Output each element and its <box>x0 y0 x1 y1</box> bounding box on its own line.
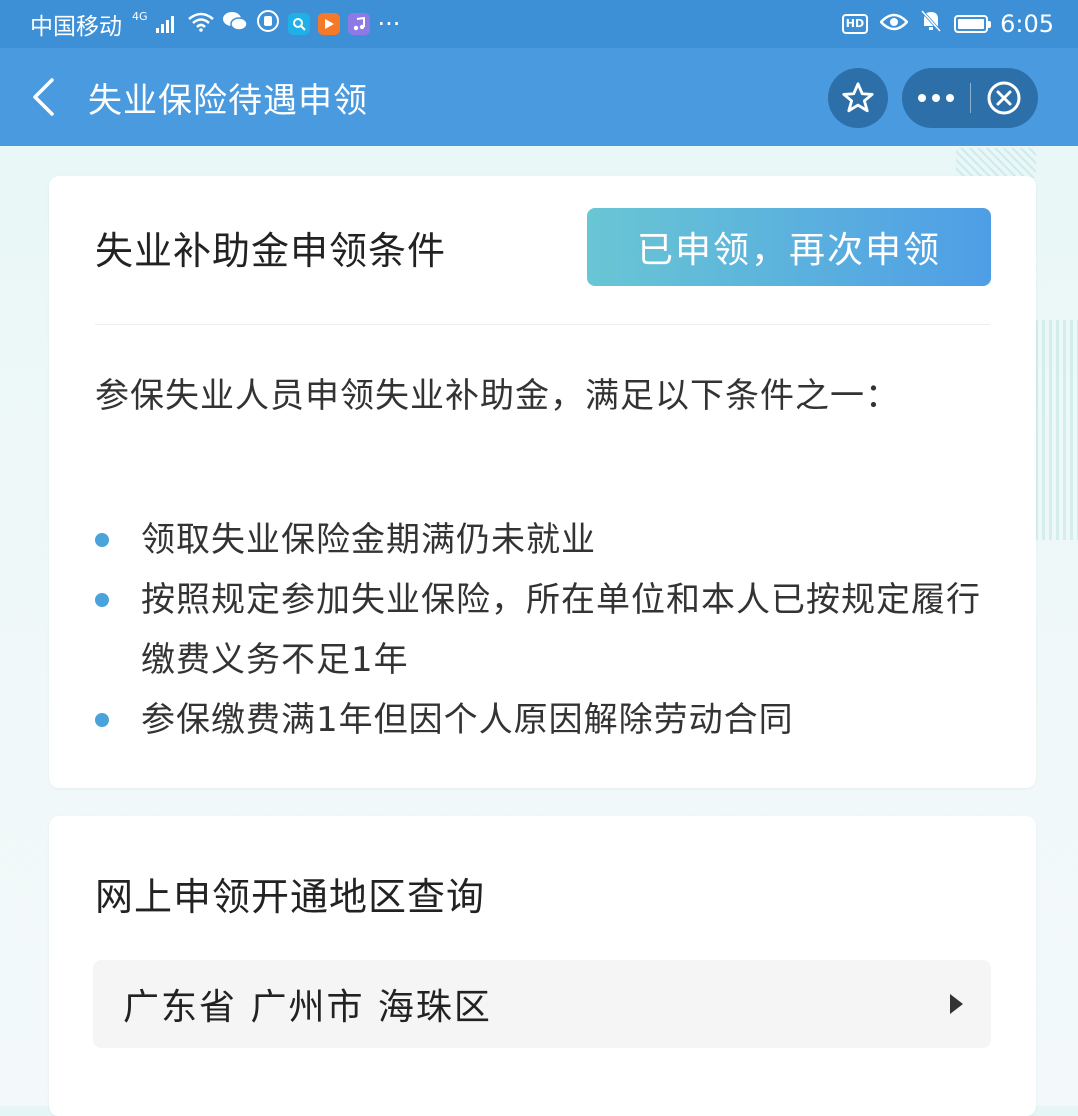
condition-text: 按照规定参加失业保险，所在单位和本人已按规定履行缴费义务不足1年 <box>141 580 981 680</box>
overflow-indicator: ··· <box>377 10 401 38</box>
more-dot-icon <box>918 94 926 102</box>
conditions-card: 失业补助金申领条件 已申领，再次申领 参保失业人员申领失业补助金，满足以下条件之… <box>49 176 1036 788</box>
condition-text: 参保缴费满1年但因个人原因解除劳动合同 <box>141 700 794 740</box>
conditions-list: 领取失业保险金期满仍未就业 按照规定参加失业保险，所在单位和本人已按规定履行缴费… <box>95 510 995 750</box>
video-app-icon <box>317 13 340 35</box>
decorative-pattern <box>956 148 1036 178</box>
region-selector[interactable]: 广东省 广州市 海珠区 <box>93 960 991 1048</box>
back-button[interactable] <box>8 48 78 146</box>
region-title: 网上申领开通地区查询 <box>95 875 486 919</box>
music-app-icon <box>347 13 370 35</box>
wechat-icon <box>222 10 248 38</box>
signal-icon <box>155 15 174 33</box>
bullet-icon <box>95 593 109 607</box>
divider <box>95 324 990 325</box>
search-app-icon <box>287 13 310 35</box>
condition-text: 领取失业保险金期满仍未就业 <box>141 520 596 560</box>
list-item: 按照规定参加失业保险，所在单位和本人已按规定履行缴费义务不足1年 <box>95 570 995 690</box>
favorite-button[interactable] <box>828 68 888 128</box>
star-icon <box>842 82 874 113</box>
region-card: 网上申领开通地区查询 广东省 广州市 海珠区 <box>49 816 1036 1116</box>
more-button[interactable] <box>902 68 970 128</box>
more-dot-icon <box>932 94 940 102</box>
status-left: 中国移动 4G ··· <box>0 7 400 41</box>
hand-icon <box>256 9 280 39</box>
conditions-title: 失业补助金申领条件 <box>95 229 447 273</box>
carrier-name: 中国移动 <box>30 14 122 40</box>
close-button[interactable] <box>971 68 1037 128</box>
clock: 6:05 <box>1000 10 1054 38</box>
triangle-right-icon <box>950 994 963 1014</box>
chevron-left-icon <box>33 78 54 116</box>
bullet-icon <box>95 533 109 547</box>
mini-program-capsule <box>902 68 1038 128</box>
page-title: 失业保险待遇申领 <box>88 80 368 121</box>
list-item: 领取失业保险金期满仍未就业 <box>95 510 995 570</box>
close-circle-icon <box>987 81 1021 115</box>
status-right: HD 6:05 <box>841 9 1078 39</box>
conditions-intro: 参保失业人员申领失业补助金，满足以下条件之一： <box>95 376 900 416</box>
bell-muted-icon <box>920 9 942 39</box>
wifi-icon <box>187 10 214 38</box>
eye-icon <box>879 10 909 38</box>
nav-bar: 失业保险待遇申领 <box>0 48 1078 146</box>
selected-region: 广东省 广州市 海珠区 <box>123 987 492 1028</box>
list-item: 参保缴费满1年但因个人原因解除劳动合同 <box>95 690 995 750</box>
battery-icon <box>954 15 992 33</box>
reapply-button[interactable]: 已申领，再次申领 <box>587 208 991 286</box>
more-dot-icon <box>946 94 954 102</box>
bullet-icon <box>95 713 109 727</box>
hd-badge: HD <box>841 14 869 34</box>
status-bar: 中国移动 4G ··· HD 6:05 <box>0 0 1078 48</box>
network-type: 4G <box>132 9 148 23</box>
